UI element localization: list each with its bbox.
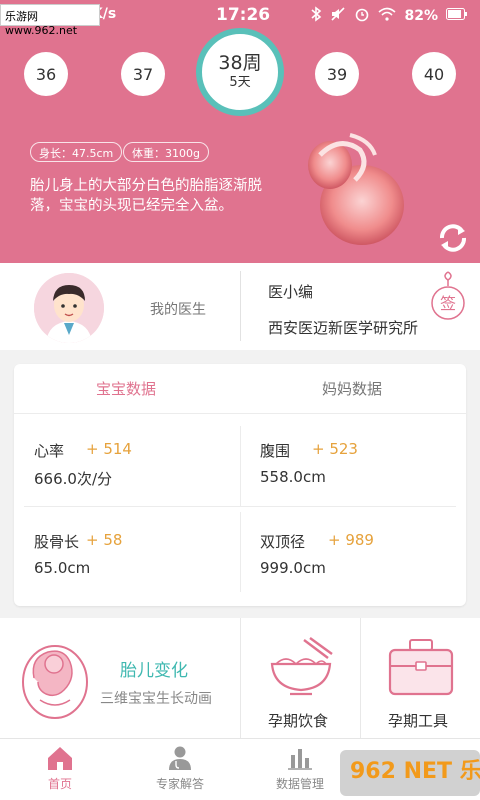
watermark-bottom-right: 962 NET 乐游网 — [340, 750, 480, 796]
metric-value: 558.0cm — [260, 468, 326, 486]
fetus-illustration — [308, 133, 404, 245]
my-doctor-panel[interactable]: 我的医生 医小编 西安医迈新医学研究所 — [0, 263, 480, 350]
tab-label: 数据管理 — [275, 777, 324, 791]
tab-mom-data[interactable]: 妈妈数据 — [322, 378, 382, 399]
bowl-icon[interactable] — [266, 636, 336, 698]
fetus-icon — [22, 645, 88, 719]
data-tabs: 宝宝数据 妈妈数据 — [14, 364, 466, 414]
battery-level: 82% — [404, 8, 438, 24]
doctor-avatar — [34, 273, 104, 343]
wifi-icon — [378, 7, 397, 25]
clock: 17:26 — [216, 5, 271, 25]
fetal-change-card[interactable]: 胎儿变化 三维宝宝生长动画 — [0, 618, 240, 738]
doctor-icon — [169, 746, 191, 770]
tab-expert[interactable]: 专家解答 — [130, 739, 230, 800]
doctor-name: 医小编 — [268, 283, 314, 301]
bar-chart-icon — [288, 749, 312, 770]
fetal-change-subtitle: 三维宝宝生长动画 — [100, 691, 212, 707]
doctor-divider — [240, 271, 241, 341]
week-39-button[interactable]: 39 — [315, 52, 359, 96]
current-week-indicator[interactable]: 38周 5天 — [196, 28, 284, 116]
app-root: Gnl 1.1K/s 17:26 82% — [0, 0, 480, 800]
metric-increment: + 523 — [312, 440, 358, 458]
metric-label: 双顶径 — [260, 533, 306, 551]
tab-home[interactable]: 首页 — [10, 739, 110, 800]
sign-label: 签 — [440, 294, 456, 313]
feature-divider — [360, 618, 361, 738]
feature-divider — [240, 618, 241, 738]
tab-label: 首页 — [47, 777, 72, 791]
data-card: 宝宝数据 妈妈数据 心率 + 514 666.0次/分 腹围 + 523 558… — [14, 364, 466, 606]
week-description: 胎儿身上的大部分白色的胎脂逐渐脱落，宝宝的头现已经完全入盆。 — [30, 178, 262, 214]
alarm-icon — [354, 6, 370, 26]
length-chip: 身长：47.5cm — [30, 142, 123, 162]
metric-value: 666.0次/分 — [34, 470, 112, 488]
home-icon — [48, 747, 72, 770]
doctor-institution: 西安医迈新医学研究所 — [268, 319, 419, 337]
metric-increment: + 58 — [86, 531, 123, 549]
current-week-label: 38周 — [218, 52, 262, 74]
metric-increment: + 514 — [86, 440, 132, 458]
bluetooth-icon — [310, 6, 322, 26]
metric-increment: + 989 — [328, 531, 374, 549]
metric-femur-length[interactable]: 股骨长 + 58 65.0cm — [14, 507, 239, 597]
metric-value: 999.0cm — [260, 559, 326, 577]
metric-heart-rate[interactable]: 心率 + 514 666.0次/分 — [14, 416, 239, 506]
status-icons: 82% — [310, 6, 468, 26]
metric-label: 心率 — [34, 442, 65, 460]
tools-label[interactable]: 孕期工具 — [388, 710, 448, 731]
refresh-icon[interactable] — [436, 222, 470, 252]
diet-label[interactable]: 孕期饮食 — [268, 710, 328, 731]
sign-in-button[interactable]: 签 — [428, 270, 468, 322]
metric-label: 股骨长 — [34, 533, 80, 551]
toolbox-icon[interactable] — [386, 636, 456, 698]
metric-biparietal-diameter[interactable]: 双顶径 + 989 999.0cm — [240, 507, 465, 597]
metric-label: 腹围 — [260, 442, 291, 460]
week-36-button[interactable]: 36 — [24, 52, 68, 96]
tab-baby-data[interactable]: 宝宝数据 — [96, 378, 156, 399]
week-40-button[interactable]: 40 — [412, 52, 456, 96]
hero-header: Gnl 1.1K/s 17:26 82% — [0, 0, 480, 263]
metric-value: 65.0cm — [34, 559, 91, 577]
current-day-label: 5天 — [229, 75, 251, 90]
watermark-text: 962 NET 乐游网 — [350, 758, 480, 784]
tab-label: 专家解答 — [155, 777, 204, 791]
battery-icon — [446, 8, 468, 24]
weight-chip: 体重：3100g — [123, 142, 209, 162]
mute-icon — [330, 6, 346, 26]
week-37-button[interactable]: 37 — [121, 52, 165, 96]
metric-abdominal-circumference[interactable]: 腹围 + 523 558.0cm — [240, 416, 465, 506]
my-doctor-label: 我的医生 — [150, 302, 206, 318]
fetal-change-title: 胎儿变化 — [120, 661, 188, 681]
tab-data[interactable]: 数据管理 — [250, 739, 350, 800]
watermark-top-left: 乐游网 www.962.net — [0, 4, 100, 37]
